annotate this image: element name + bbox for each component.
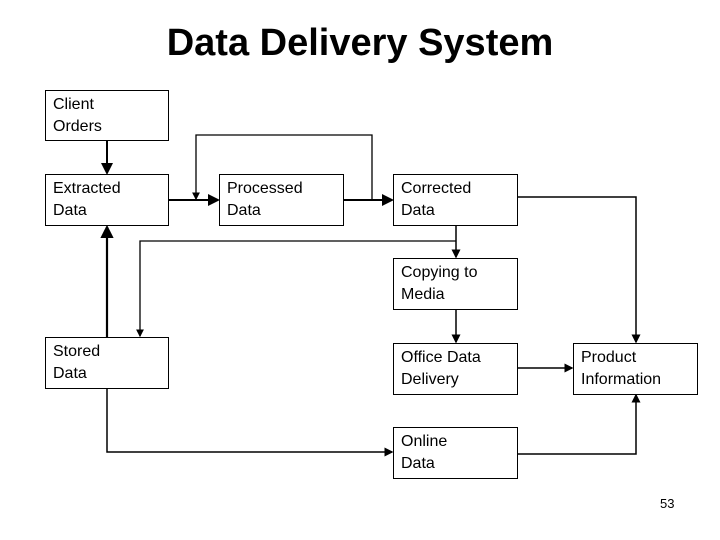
node-client-orders: Client Orders (45, 90, 169, 141)
node-online-data: Online Data (393, 427, 518, 479)
node-label-line1: Online (401, 433, 448, 450)
connector-layer (100, 134, 641, 457)
node-corrected-data: Corrected Data (393, 174, 518, 226)
node-label-line1: Extracted (53, 180, 121, 197)
node-label-line1: Corrected (401, 180, 472, 197)
node-product-information: Product Information (573, 343, 698, 395)
node-label-line2: Information (581, 371, 662, 388)
node-label-line2: Orders (53, 118, 102, 135)
node-label-line1: Stored (53, 343, 101, 360)
node-stored-data: Stored Data (45, 337, 169, 389)
node-label-line1: Copying to (401, 264, 478, 281)
node-label-line1: Office Data (401, 349, 481, 366)
node-label-line2: Data (401, 202, 435, 219)
node-label-line1: Client (53, 96, 94, 113)
edge-corrected-to-product (517, 196, 641, 344)
node-label-line1: Processed (227, 180, 303, 197)
node-label-line2: Media (401, 286, 445, 303)
page-number: 53 (660, 496, 675, 511)
node-label-line1: Product (581, 349, 637, 366)
node-label-line2: Data (227, 202, 261, 219)
edge-online-to-product (517, 393, 641, 455)
node-label-line2: Data (53, 365, 87, 382)
node-label-line2: Data (401, 455, 435, 472)
node-processed-data: Processed Data (219, 174, 344, 226)
node-extracted-data: Extracted Data (45, 174, 169, 226)
node-copying-to-media: Copying to Media (393, 258, 518, 310)
node-label-line2: Data (53, 202, 87, 219)
edge-stored-to-online (106, 388, 394, 457)
node-office-data-delivery: Office Data Delivery (393, 343, 518, 395)
node-label-line2: Delivery (401, 371, 459, 388)
